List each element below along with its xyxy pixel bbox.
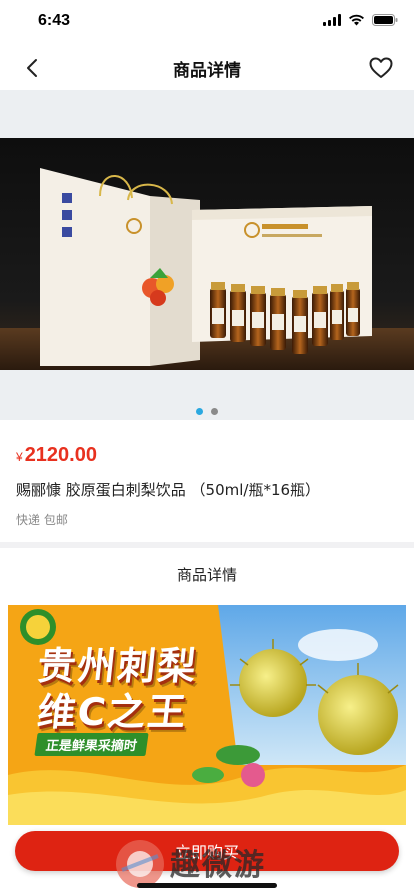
banner-headline-line-2: 维C之王 bbox=[35, 690, 190, 734]
pagination-dot[interactable] bbox=[211, 408, 218, 415]
heart-outline-icon bbox=[369, 57, 393, 78]
pagination-dot-active[interactable] bbox=[196, 408, 203, 415]
currency-symbol: ¥ bbox=[16, 450, 23, 464]
detail-banner-image: 贵州刺梨 维C之王 正是鲜果采摘时 bbox=[8, 605, 406, 825]
product-photo bbox=[0, 138, 414, 370]
product-image[interactable] bbox=[0, 138, 414, 370]
gallery-pagination bbox=[0, 408, 414, 415]
page-title: 商品详情 bbox=[173, 61, 241, 81]
status-icons bbox=[323, 14, 398, 26]
detail-section-header: 商品详情 bbox=[0, 548, 414, 600]
battery-icon bbox=[372, 14, 398, 26]
product-info: ¥2120.00 赐郦慷 胶原蛋白刺梨饮品 （50ml/瓶*16瓶） 快递 包邮 bbox=[0, 420, 414, 542]
shipping-info: 快递 包邮 bbox=[16, 513, 68, 527]
wifi-icon bbox=[349, 14, 364, 26]
buy-now-button[interactable]: 立即购买 bbox=[15, 831, 399, 871]
home-indicator[interactable] bbox=[137, 883, 277, 888]
banner-tagline: 正是鲜果采摘时 bbox=[34, 733, 149, 756]
favorite-button[interactable] bbox=[366, 53, 396, 83]
price-value: 2120.00 bbox=[24, 444, 97, 466]
image-gallery[interactable] bbox=[0, 90, 414, 420]
nav-bar: 商品详情 bbox=[0, 44, 414, 90]
status-time: 6:43 bbox=[38, 12, 71, 29]
product-price: ¥2120.00 bbox=[16, 444, 97, 467]
product-name: 赐郦慷 胶原蛋白刺梨饮品 （50ml/瓶*16瓶） bbox=[16, 481, 321, 499]
status-bar: 6:43 bbox=[0, 0, 414, 44]
signal-icon bbox=[323, 14, 341, 26]
detail-section-title: 商品详情 bbox=[176, 566, 237, 584]
